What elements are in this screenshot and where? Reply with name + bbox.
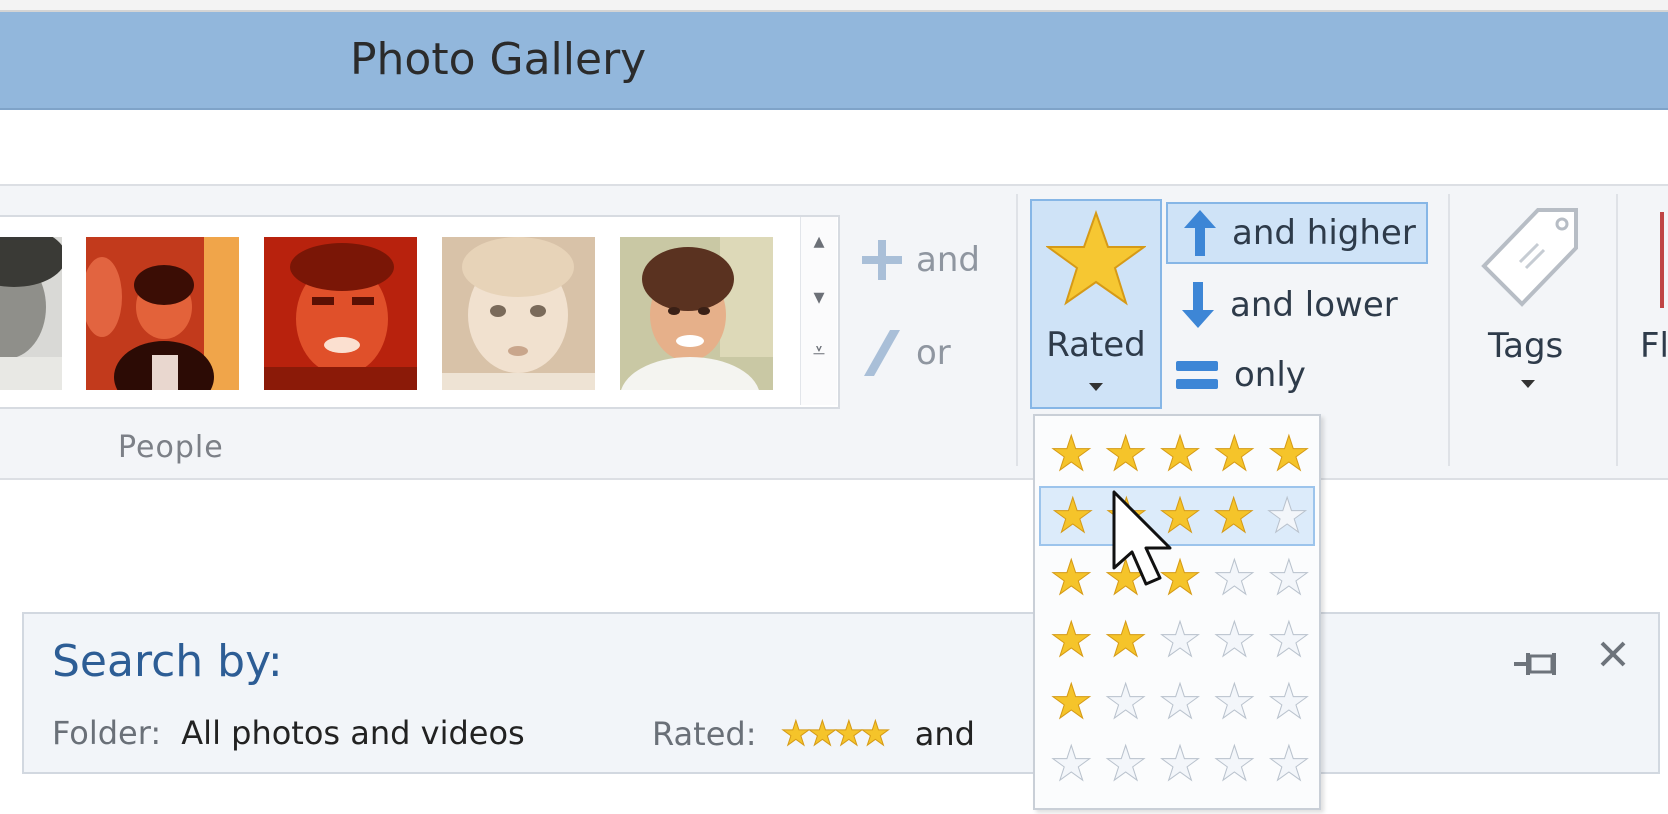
- ribbon-separator: [1016, 194, 1018, 466]
- gallery-expand-icon[interactable]: ⩡: [801, 341, 837, 363]
- filled-star-icon: ★: [1049, 612, 1093, 668]
- gallery-scrollbar[interactable]: ▴ ▾ ⩡: [800, 217, 837, 405]
- only-button[interactable]: only: [1160, 344, 1422, 406]
- rated-button[interactable]: Rated: [1030, 199, 1162, 409]
- rating-option-1-stars[interactable]: ★ ★ ★ ★ ★: [1039, 672, 1315, 732]
- rating-dropdown: ★★★★★★★★★★★★★★★★★★★★★★★★★★★★★★: [1033, 414, 1321, 810]
- people-thumbnail[interactable]: [620, 237, 773, 390]
- rated-criterion-label: Rated:: [652, 715, 757, 753]
- filled-star-icon: ★: [860, 714, 892, 755]
- search-panel: Search by: Folder: All photos and videos…: [22, 612, 1660, 774]
- ribbon-separator: [1448, 194, 1450, 466]
- rating-option-0-stars[interactable]: ★ ★ ★ ★ ★: [1039, 734, 1315, 794]
- filled-star-icon: ★: [1051, 488, 1095, 544]
- close-icon[interactable]: [1596, 636, 1630, 680]
- and-lower-button[interactable]: and lower: [1166, 274, 1428, 336]
- rating-option-5-stars[interactable]: ★ ★ ★ ★ ★: [1039, 424, 1315, 484]
- tags-label: Tags: [1488, 326, 1564, 366]
- people-thumbnail[interactable]: [86, 237, 239, 390]
- chevron-down-icon: [1521, 380, 1535, 388]
- empty-star-icon: ★: [1158, 736, 1202, 792]
- folder-criterion-label: Folder:: [52, 714, 162, 752]
- empty-star-icon: ★: [1212, 736, 1256, 792]
- filled-star-icon: ★: [1049, 674, 1093, 730]
- only-label: only: [1234, 355, 1306, 395]
- ribbon-separator: [1616, 194, 1618, 466]
- arrow-down-icon: [1182, 282, 1214, 328]
- filled-star-icon: ★: [780, 714, 812, 755]
- empty-star-icon: ★: [1267, 550, 1311, 606]
- search-panel-title: Search by:: [52, 636, 283, 687]
- empty-star-icon: ★: [1158, 674, 1202, 730]
- empty-star-icon: ★: [1104, 736, 1148, 792]
- star-icon: [1046, 209, 1146, 306]
- empty-star-icon: ★: [1267, 674, 1311, 730]
- window-title: Photo Gallery: [350, 34, 647, 85]
- people-group-label: People: [118, 430, 224, 465]
- filled-star-icon: ★: [1104, 426, 1148, 482]
- empty-star-icon: ★: [1265, 488, 1309, 544]
- rated-criterion: Rated: ★★★★ and: [652, 714, 975, 755]
- scroll-up-icon[interactable]: ▴: [801, 231, 837, 253]
- and-label: and: [916, 240, 980, 280]
- filled-star-icon: ★: [1267, 426, 1311, 482]
- chevron-down-icon: [1089, 383, 1103, 391]
- and-higher-label: and higher: [1232, 213, 1416, 253]
- empty-star-icon: ★: [1267, 612, 1311, 668]
- mouse-cursor-icon: [1112, 490, 1172, 586]
- filled-star-icon: ★: [1049, 550, 1093, 606]
- flag-label: Fl: [1640, 326, 1668, 366]
- and-lower-label: and lower: [1230, 285, 1398, 325]
- or-button[interactable]: or: [860, 328, 951, 378]
- title-bar: Photo Gallery: [0, 12, 1668, 110]
- folder-criterion: Folder: All photos and videos: [52, 714, 525, 752]
- people-thumbnail[interactable]: [264, 237, 417, 390]
- arrow-up-icon: [1184, 210, 1216, 256]
- folder-criterion-value[interactable]: All photos and videos: [181, 714, 524, 752]
- window-top-edge: [0, 0, 1668, 12]
- filled-star-icon: ★: [833, 714, 865, 755]
- and-button[interactable]: and: [860, 238, 980, 282]
- plus-icon: [862, 240, 902, 280]
- empty-star-icon: ★: [1049, 736, 1093, 792]
- rated-label: Rated: [1046, 325, 1146, 365]
- equals-icon: [1176, 361, 1218, 389]
- filled-star-icon: ★: [1104, 612, 1148, 668]
- pin-icon[interactable]: [1514, 644, 1560, 688]
- people-thumbnail[interactable]: [442, 237, 595, 390]
- empty-star-icon: ★: [1158, 612, 1202, 668]
- slash-icon: [864, 330, 900, 376]
- empty-star-icon: ★: [1267, 736, 1311, 792]
- flag-icon: [1660, 212, 1664, 308]
- rated-criterion-stars[interactable]: ★★★★: [780, 714, 892, 755]
- rating-option-2-stars[interactable]: ★ ★ ★ ★ ★: [1039, 610, 1315, 670]
- filled-star-icon: ★: [1049, 426, 1093, 482]
- people-gallery: ▴ ▾ ⩡: [0, 215, 840, 409]
- filled-star-icon: ★: [1158, 426, 1202, 482]
- filled-star-icon: ★: [807, 714, 839, 755]
- scroll-down-icon[interactable]: ▾: [801, 287, 837, 309]
- tag-icon: [1481, 208, 1578, 307]
- or-label: or: [916, 333, 951, 373]
- and-higher-button[interactable]: and higher: [1166, 202, 1428, 264]
- empty-star-icon: ★: [1212, 674, 1256, 730]
- filled-star-icon: ★: [1212, 426, 1256, 482]
- empty-star-icon: ★: [1212, 550, 1256, 606]
- empty-star-icon: ★: [1104, 674, 1148, 730]
- empty-star-icon: ★: [1212, 612, 1256, 668]
- filled-star-icon: ★: [1212, 488, 1256, 544]
- rated-criterion-suffix: and: [914, 715, 975, 753]
